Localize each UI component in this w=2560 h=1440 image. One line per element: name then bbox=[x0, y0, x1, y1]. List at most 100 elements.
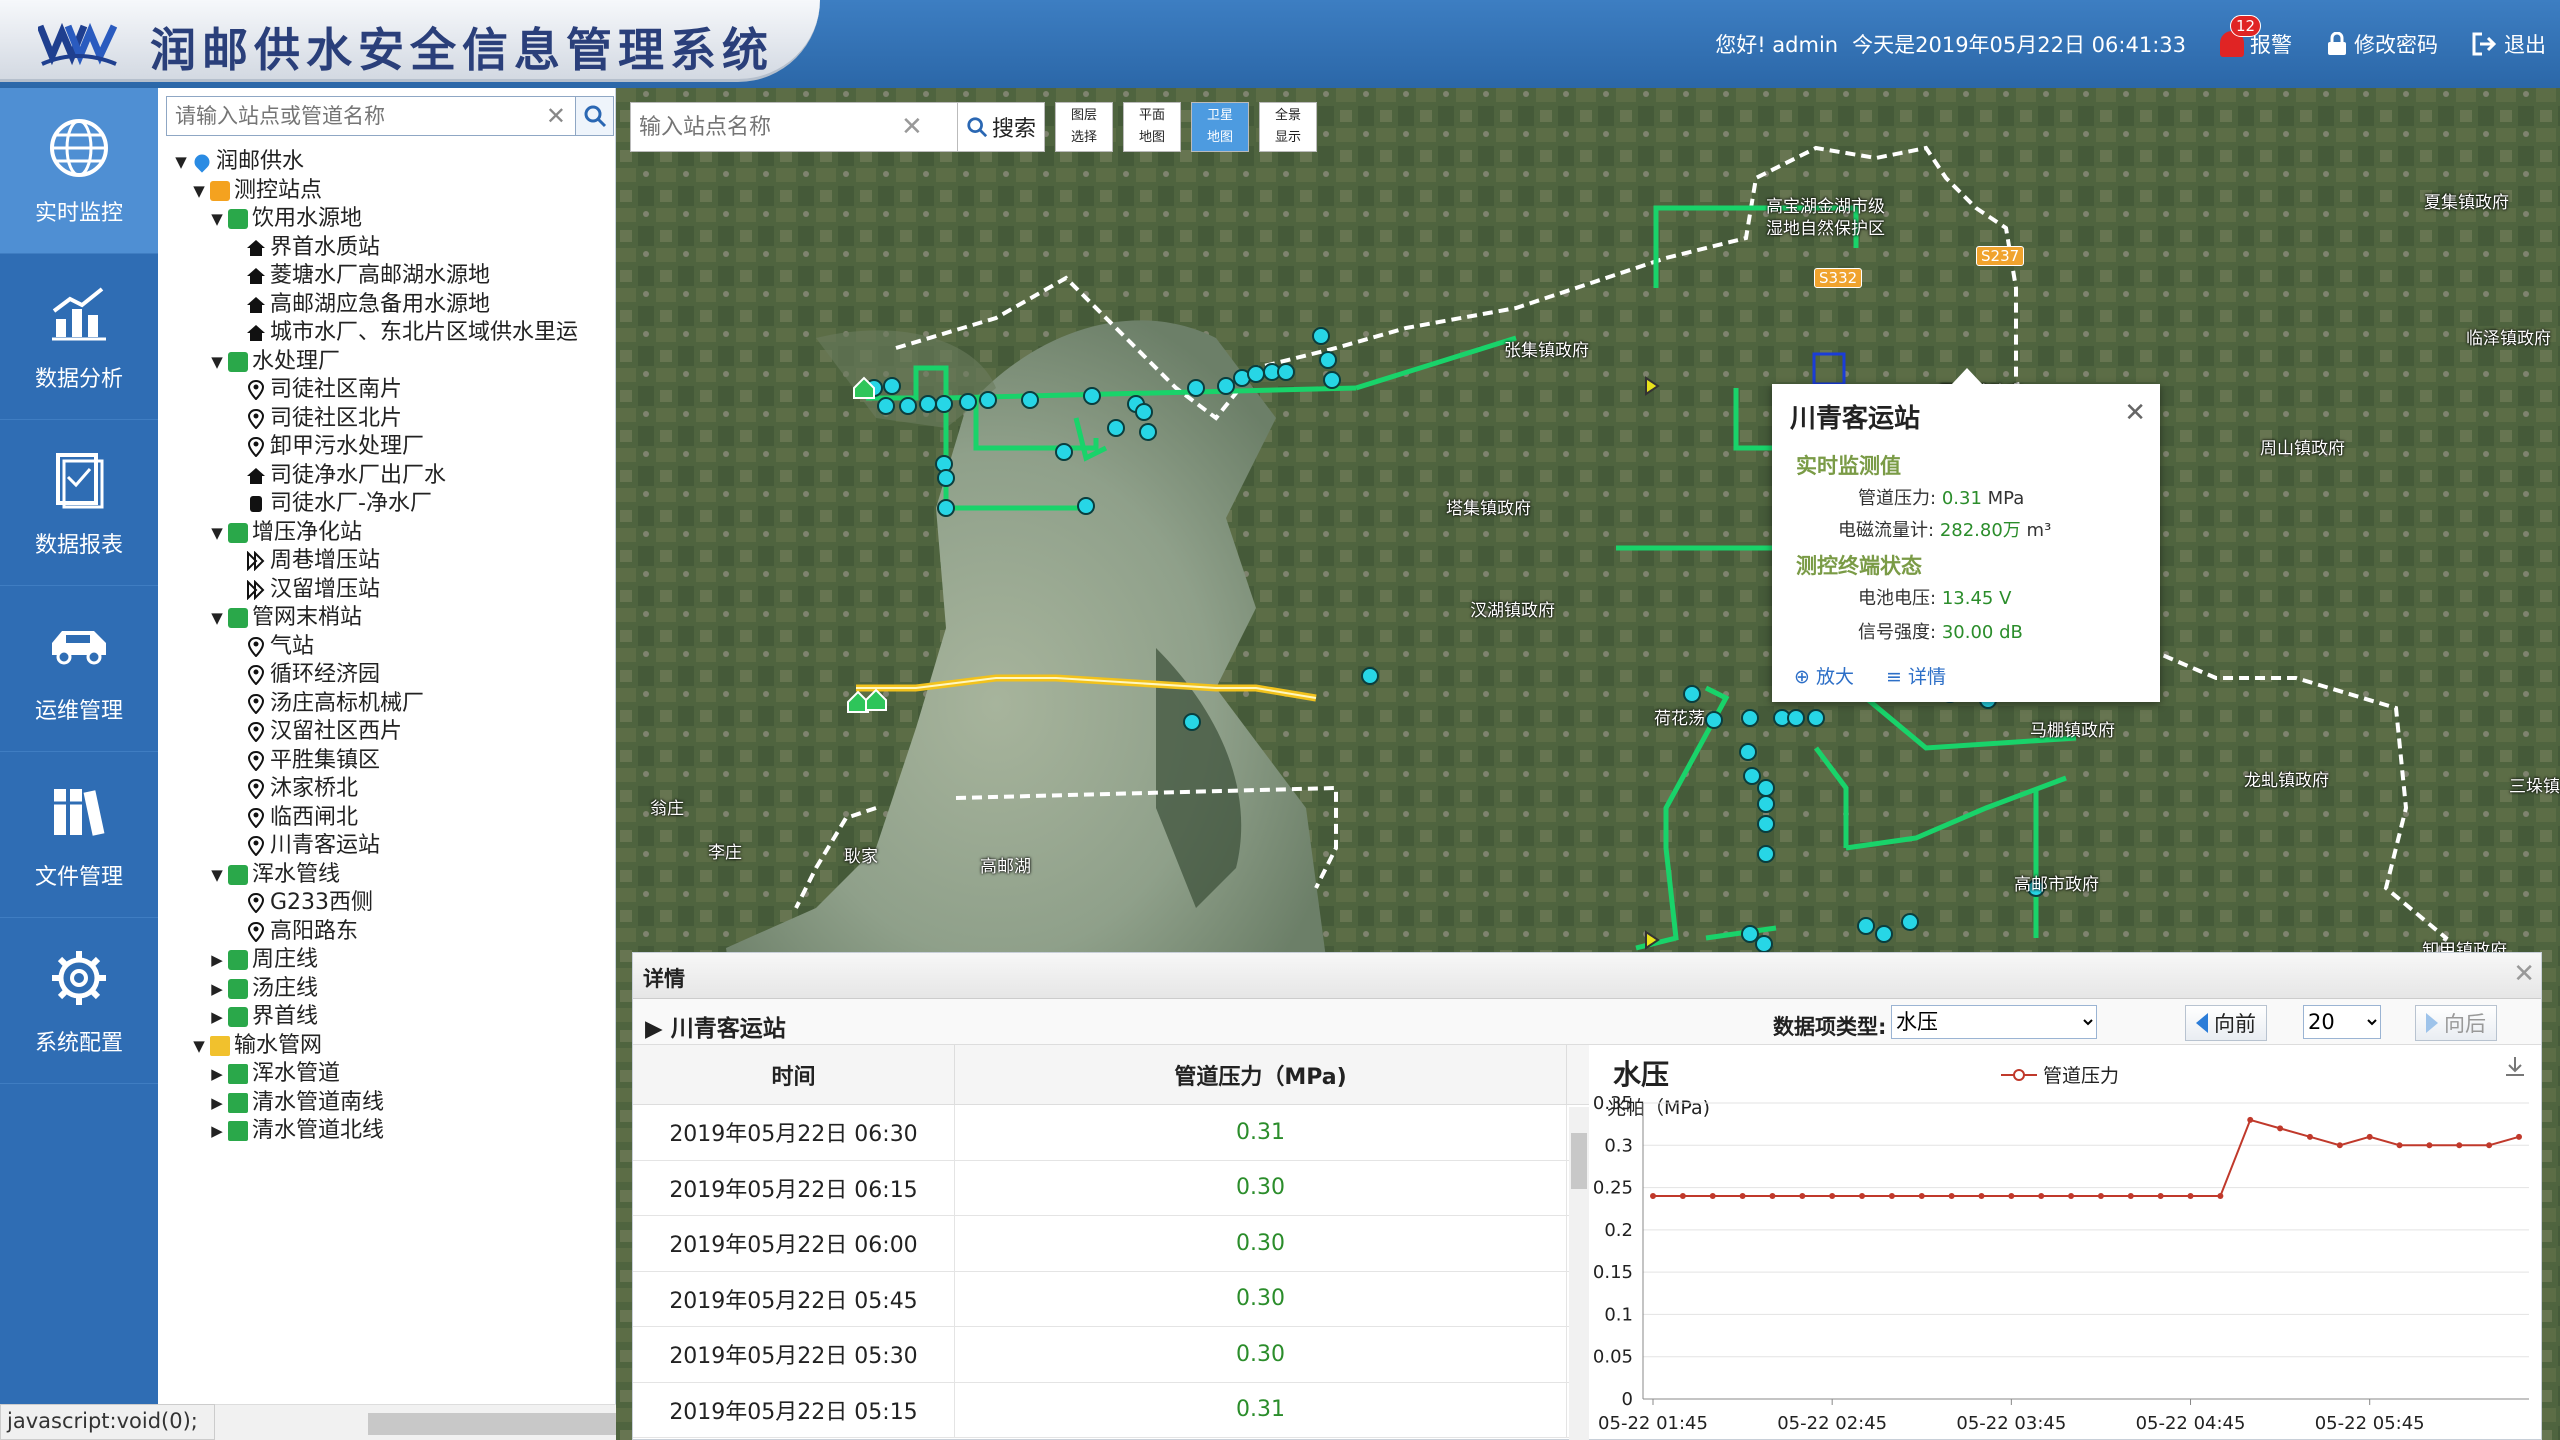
tree-node[interactable]: ▼ 测控站点 bbox=[172, 177, 612, 206]
layer-select-button[interactable]: 图层 选择 bbox=[1055, 102, 1114, 152]
car-icon bbox=[52, 630, 106, 664]
map-search-button[interactable]: 搜索 bbox=[957, 102, 1046, 152]
table-row[interactable]: 2019年05月22日 05:30 0.30 bbox=[633, 1327, 1589, 1383]
nav-item-files[interactable]: 文件管理 bbox=[0, 752, 158, 918]
tree-node[interactable]: 循环经济园 bbox=[172, 661, 612, 690]
prev-button[interactable]: 向前 bbox=[2185, 1005, 2267, 1041]
scrollbar-thumb[interactable] bbox=[1571, 1133, 1587, 1189]
tree-node[interactable]: 高邮湖应急备用水源地 bbox=[172, 291, 612, 320]
tree-node[interactable]: ▼ 饮用水源地 bbox=[172, 205, 612, 234]
tree-node[interactable]: ▼ 水处理厂 bbox=[172, 348, 612, 377]
nav-item-maintenance[interactable]: 运维管理 bbox=[0, 586, 158, 752]
x-tick-label: 05-22 02:45 bbox=[1777, 1413, 1887, 1434]
data-type-select[interactable]: 水压 bbox=[1891, 1005, 2097, 1039]
tree-node[interactable]: G233西侧 bbox=[172, 889, 612, 918]
tree-node[interactable]: ▶ 周庄线 bbox=[172, 946, 612, 975]
data-point bbox=[2217, 1193, 2224, 1200]
data-point bbox=[2277, 1125, 2284, 1132]
tree-node[interactable]: ▼ 浑水管线 bbox=[172, 861, 612, 890]
tree-node[interactable]: 菱塘水厂高邮湖水源地 bbox=[172, 262, 612, 291]
tree-node[interactable]: 卸甲污水处理厂 bbox=[172, 433, 612, 462]
expand-toggle-icon[interactable]: ▶ bbox=[208, 975, 226, 1004]
tree-search-button[interactable] bbox=[576, 96, 614, 136]
expand-toggle-icon[interactable]: ▼ bbox=[208, 205, 226, 234]
main-nav: 实时监控 数据分析 数据报表 运维管理 文件管理 系统配置 bbox=[0, 88, 158, 1440]
alarm-button[interactable]: 12 报警 bbox=[2220, 15, 2292, 59]
tree-node[interactable]: 司徒水厂-净水厂 bbox=[172, 490, 612, 519]
fullview-button[interactable]: 全景 显示 bbox=[1259, 102, 1318, 152]
tree-horizontal-scrollbar[interactable] bbox=[158, 1404, 658, 1440]
tree-node[interactable]: 气站 bbox=[172, 633, 612, 662]
tree-node[interactable]: 沐家桥北 bbox=[172, 775, 612, 804]
tree-node-label: 界首水质站 bbox=[270, 234, 381, 260]
logout-link[interactable]: 退出 bbox=[2472, 29, 2546, 59]
nav-item-realtime[interactable]: 实时监控 bbox=[0, 88, 158, 254]
tree-node[interactable]: 川青客运站 bbox=[172, 832, 612, 861]
expand-toggle-icon[interactable]: ▼ bbox=[190, 1032, 208, 1061]
tree-node[interactable]: 司徒净水厂出厂水 bbox=[172, 462, 612, 491]
details-close-button[interactable]: ✕ bbox=[2513, 959, 2535, 989]
table-row[interactable]: 2019年05月22日 06:00 0.30 bbox=[633, 1216, 1589, 1272]
clear-icon[interactable]: ✕ bbox=[901, 112, 923, 142]
expand-toggle-icon[interactable]: ▼ bbox=[208, 519, 226, 548]
tree-node-label: 城市水厂、东北片区域供水里运 bbox=[270, 320, 579, 345]
clear-icon[interactable]: ✕ bbox=[546, 102, 566, 130]
detail-link[interactable]: ≡ 详情 bbox=[1886, 662, 1946, 689]
tree-node[interactable]: 城市水厂、东北片区域供水里运 bbox=[172, 319, 612, 348]
expand-toggle-icon[interactable]: ▼ bbox=[172, 148, 190, 177]
tree-node[interactable]: ▼ 增压净化站 bbox=[172, 519, 612, 548]
expand-toggle-icon[interactable]: ▼ bbox=[208, 348, 226, 377]
count-select[interactable]: 20 bbox=[2303, 1005, 2381, 1039]
nav-item-analysis[interactable]: 数据分析 bbox=[0, 254, 158, 420]
nav-item-reports[interactable]: 数据报表 bbox=[0, 420, 158, 586]
change-password-link[interactable]: 修改密码 bbox=[2326, 29, 2438, 59]
tree-node[interactable]: ▶ 浑水管道 bbox=[172, 1060, 612, 1089]
tree-node[interactable]: 汉留增压站 bbox=[172, 576, 612, 605]
popup-close-button[interactable]: ✕ bbox=[2124, 398, 2146, 428]
zoom-link[interactable]: ⊕ 放大 bbox=[1794, 662, 1854, 689]
tree-node[interactable]: 司徒社区北片 bbox=[172, 405, 612, 434]
tree-node[interactable]: 平胜集镇区 bbox=[172, 747, 612, 776]
tree-search-input[interactable] bbox=[166, 96, 576, 136]
pressure-label: 管道压力: bbox=[1858, 488, 1937, 509]
tree-node[interactable]: ▶ 汤庄线 bbox=[172, 975, 612, 1004]
tree-node-label: 周庄线 bbox=[252, 947, 319, 972]
tree-node[interactable]: 高阳路东 bbox=[172, 918, 612, 947]
tree-node[interactable]: ▶ 清水管道南线 bbox=[172, 1089, 612, 1118]
tree-node[interactable]: 司徒社区南片 bbox=[172, 376, 612, 405]
nav-label: 数据报表 bbox=[34, 532, 123, 558]
expand-toggle-icon[interactable]: ▶ bbox=[208, 946, 226, 975]
tree-node[interactable]: 周巷增压站 bbox=[172, 547, 612, 576]
tree-node[interactable]: ▼ 输水管网 bbox=[172, 1032, 612, 1061]
tree-node[interactable]: 界首水质站 bbox=[172, 234, 612, 263]
tree-node[interactable]: 临西闸北 bbox=[172, 804, 612, 833]
tree-node[interactable]: ▶ 清水管道北线 bbox=[172, 1117, 612, 1146]
expand-toggle-icon[interactable]: ▼ bbox=[190, 177, 208, 206]
cell-time: 2019年05月22日 06:00 bbox=[633, 1216, 955, 1271]
nav-item-settings[interactable]: 系统配置 bbox=[0, 918, 158, 1084]
map-search-input[interactable] bbox=[631, 104, 901, 150]
expand-toggle-icon[interactable]: ▶ bbox=[208, 1089, 226, 1118]
table-row[interactable]: 2019年05月22日 05:15 0.31 bbox=[633, 1382, 1589, 1438]
expand-toggle-icon[interactable]: ▶ bbox=[208, 1117, 226, 1146]
tree-node[interactable]: 汤庄高标机械厂 bbox=[172, 690, 612, 719]
tree-node[interactable]: ▼ 管网末梢站 bbox=[172, 604, 612, 633]
expand-toggle-icon[interactable]: ▼ bbox=[208, 861, 226, 890]
map-place-label: 张集镇政府 bbox=[1504, 341, 1589, 361]
expand-toggle-icon[interactable]: ▶ bbox=[208, 1003, 226, 1032]
table-row[interactable]: 2019年05月22日 05:45 0.30 bbox=[633, 1271, 1589, 1327]
satellite-map-button[interactable]: 卫星 地图 bbox=[1191, 102, 1250, 152]
table-row[interactable]: 2019年05月22日 06:30 0.31 bbox=[633, 1105, 1589, 1161]
next-button[interactable]: 向后 bbox=[2415, 1005, 2497, 1041]
tree-node[interactable]: 汉留社区西片 bbox=[172, 718, 612, 747]
scrollbar-thumb[interactable] bbox=[368, 1413, 658, 1435]
expand-toggle-icon[interactable]: ▼ bbox=[208, 604, 226, 633]
tree-node[interactable]: ▼ 润邮供水 bbox=[172, 148, 612, 177]
expand-toggle-icon[interactable]: ▶ bbox=[208, 1060, 226, 1089]
table-vertical-scrollbar[interactable] bbox=[1569, 1107, 1589, 1440]
table-row[interactable]: 2019年05月22日 06:15 0.30 bbox=[633, 1160, 1589, 1216]
plain-map-button[interactable]: 平面 地图 bbox=[1123, 102, 1182, 152]
x-tick-label: 05-22 04:45 bbox=[2136, 1413, 2246, 1434]
tree-node-label: 浑水管线 bbox=[252, 861, 341, 887]
tree-node[interactable]: ▶ 界首线 bbox=[172, 1003, 612, 1032]
